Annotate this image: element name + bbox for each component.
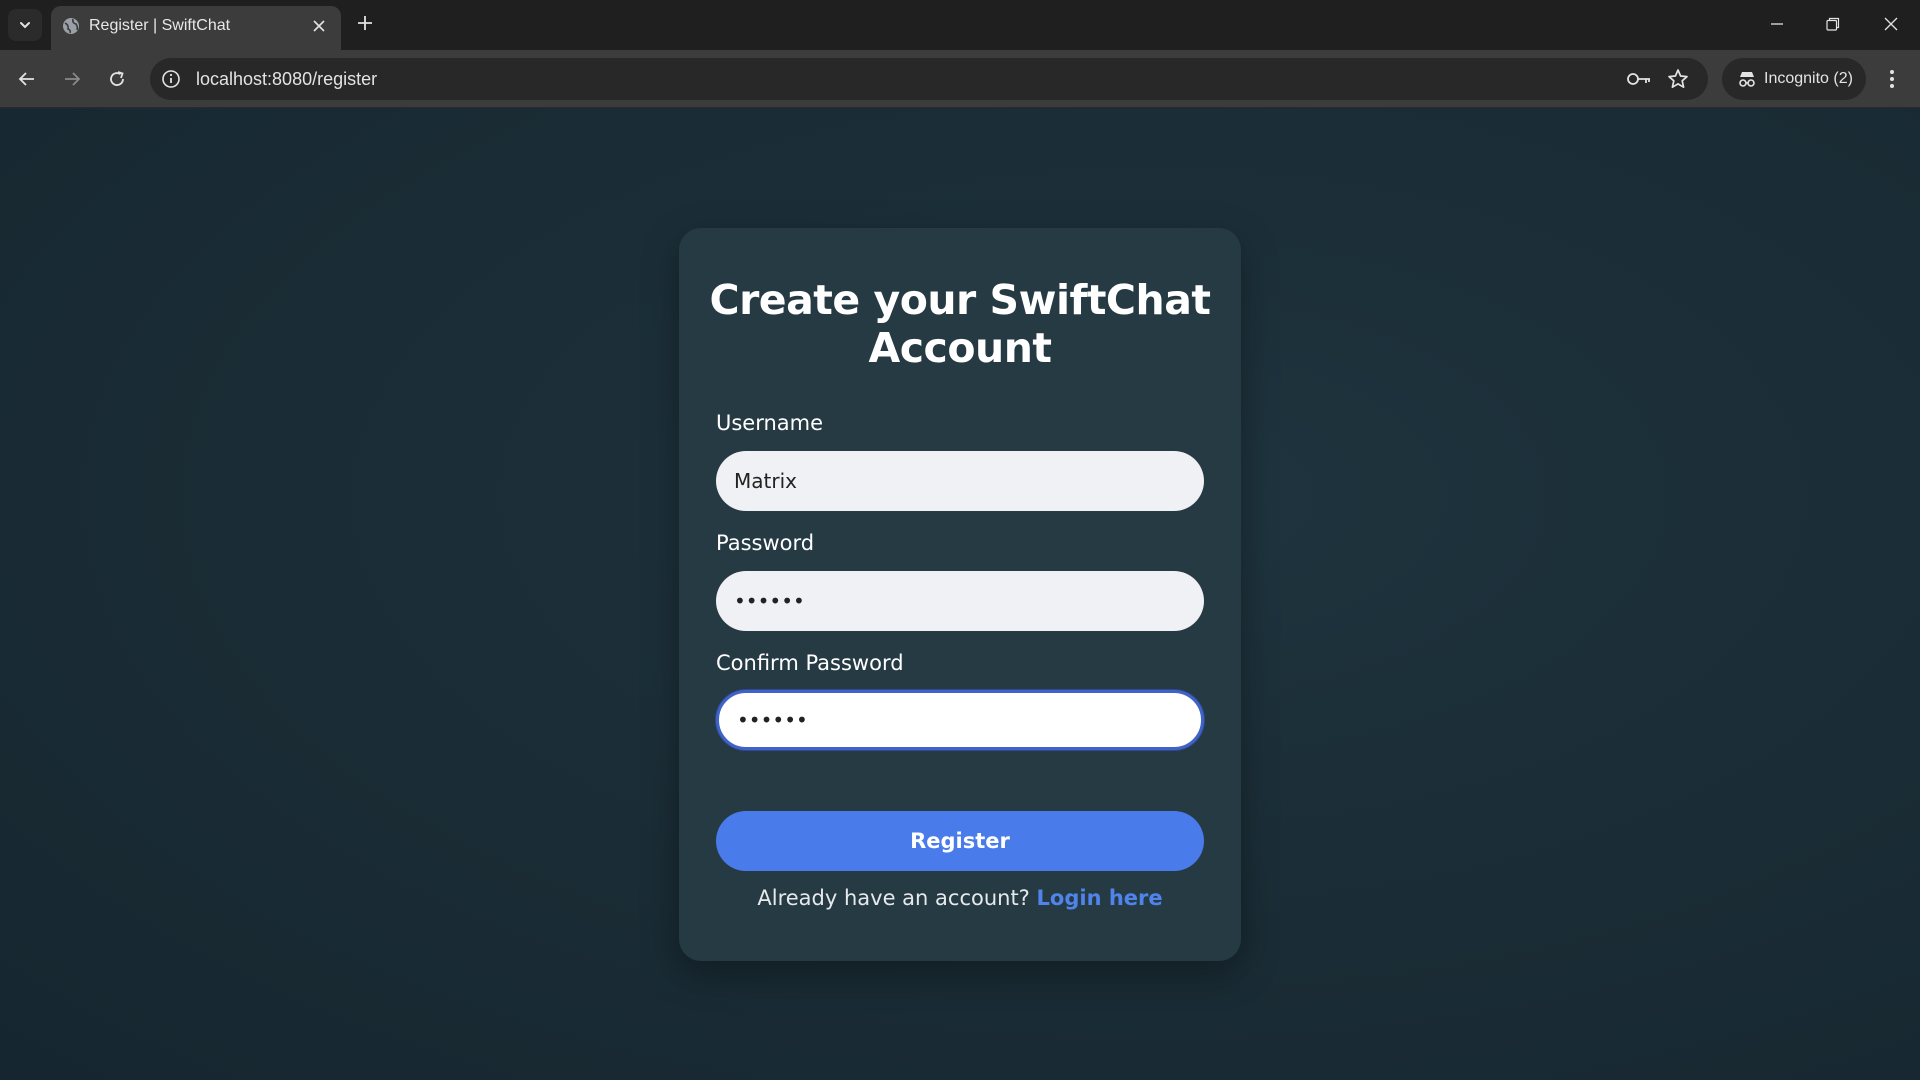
bookmark-star-icon[interactable] xyxy=(1666,67,1690,91)
globe-icon xyxy=(63,18,79,34)
browser-tab-strip: Register | SwiftChat xyxy=(0,0,1920,50)
forward-button[interactable] xyxy=(56,63,88,95)
close-window-button[interactable] xyxy=(1873,8,1909,40)
page-viewport: Create your SwiftChat Account Username P… xyxy=(0,109,1920,1080)
register-card: Create your SwiftChat Account Username P… xyxy=(679,228,1241,961)
incognito-profile-button[interactable]: Incognito (2) xyxy=(1722,58,1866,100)
back-button[interactable] xyxy=(11,63,43,95)
tab-close-button[interactable] xyxy=(309,16,329,36)
confirm-password-input[interactable] xyxy=(716,690,1204,750)
incognito-icon xyxy=(1739,72,1755,87)
minimize-button[interactable] xyxy=(1759,8,1795,40)
tab-search-button[interactable] xyxy=(8,9,42,41)
browser-tab-active[interactable]: Register | SwiftChat xyxy=(51,6,341,50)
restore-icon xyxy=(1826,17,1840,31)
arrow-left-icon xyxy=(18,72,34,86)
browser-menu-button[interactable] xyxy=(1880,63,1904,95)
arrow-right-icon xyxy=(65,72,81,86)
close-icon xyxy=(1884,17,1898,31)
plus-icon xyxy=(358,16,372,30)
password-input[interactable] xyxy=(716,571,1204,631)
url-text[interactable]: localhost:8080/register xyxy=(196,69,377,90)
tab-title: Register | SwiftChat xyxy=(89,17,231,34)
minimize-icon xyxy=(1771,23,1783,25)
username-label: Username xyxy=(716,411,824,435)
info-icon[interactable] xyxy=(160,68,182,90)
new-tab-button[interactable] xyxy=(353,11,377,35)
password-label: Password xyxy=(716,531,815,555)
reload-icon xyxy=(110,71,124,86)
restore-button[interactable] xyxy=(1815,8,1851,40)
page-title: Create your SwiftChat Account xyxy=(709,276,1211,372)
chevron-down-icon xyxy=(20,22,30,29)
reload-button[interactable] xyxy=(101,63,133,95)
incognito-label: Incognito (2) xyxy=(1764,70,1853,87)
more-vertical-icon xyxy=(1890,70,1894,88)
password-key-icon[interactable] xyxy=(1626,67,1652,91)
confirm-password-label: Confirm Password xyxy=(716,651,904,675)
register-button[interactable]: Register xyxy=(716,811,1204,871)
login-link[interactable]: Login here xyxy=(1037,886,1163,910)
login-prompt: Already have an account? Login here xyxy=(709,886,1211,910)
close-icon xyxy=(313,20,325,32)
username-input[interactable] xyxy=(716,451,1204,511)
address-bar[interactable]: localhost:8080/register xyxy=(150,58,1708,100)
login-prompt-text: Already have an account? xyxy=(757,886,1030,910)
browser-toolbar: localhost:8080/register Incognito (2) xyxy=(0,50,1920,108)
